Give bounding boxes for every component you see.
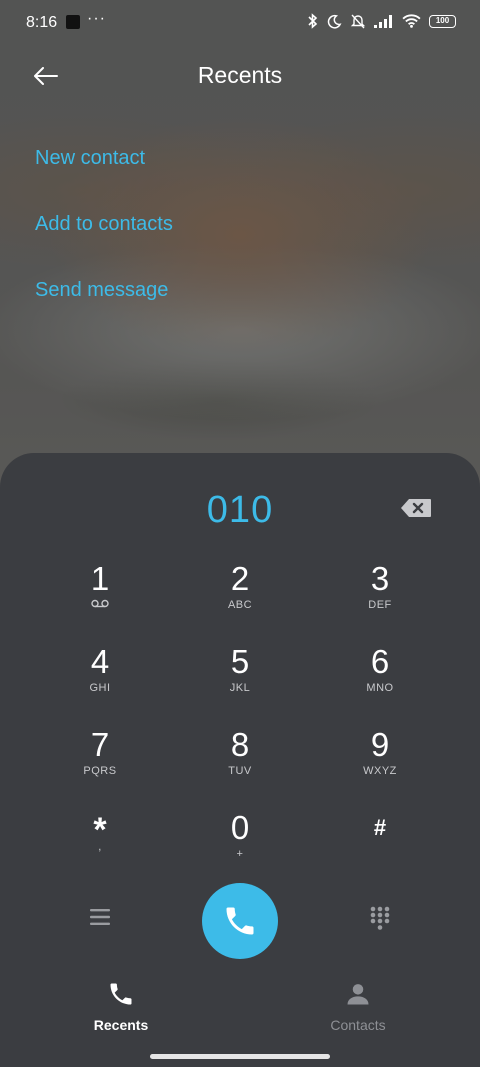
key-letters: WXYZ bbox=[363, 765, 397, 777]
key-digit: 9 bbox=[370, 726, 390, 763]
key-letters: MNO bbox=[366, 682, 394, 694]
key-letters: GHI bbox=[89, 682, 111, 694]
key-digit: 8 bbox=[230, 726, 250, 763]
wifi-icon bbox=[402, 14, 421, 28]
key-letters: TUV bbox=[228, 765, 252, 777]
dialpad-icon bbox=[370, 906, 390, 930]
key-digit: 5 bbox=[230, 643, 250, 680]
voicemail-icon bbox=[50, 599, 150, 611]
key-letters: PQRS bbox=[83, 765, 117, 777]
status-bar: 8:16 ··· 100 bbox=[0, 0, 480, 46]
send-message-link[interactable]: Send message bbox=[35, 279, 168, 302]
key-digit: 1 bbox=[90, 560, 110, 597]
key-0[interactable]: 0 + bbox=[190, 810, 290, 880]
dialer-panel: 010 1 2 ABC 3 DEF 4 GHI 5 JKL 6 MNO 7 PQ… bbox=[0, 453, 480, 1067]
key-letters: , bbox=[98, 841, 102, 853]
notification-icon bbox=[66, 15, 80, 29]
key-star[interactable]: * , bbox=[50, 813, 150, 883]
key-letters: JKL bbox=[229, 682, 251, 694]
key-1[interactable]: 1 bbox=[50, 561, 150, 631]
key-4[interactable]: 4 GHI bbox=[50, 644, 150, 714]
backspace-button[interactable] bbox=[399, 497, 433, 519]
key-hash[interactable]: # bbox=[330, 811, 430, 881]
tab-contacts[interactable]: Contacts bbox=[298, 980, 418, 1033]
key-digit: # bbox=[373, 815, 387, 840]
dialpad-toggle-button[interactable] bbox=[368, 905, 392, 931]
key-letters: + bbox=[236, 848, 244, 860]
phone-icon bbox=[226, 907, 254, 935]
key-5[interactable]: 5 JKL bbox=[190, 644, 290, 714]
key-digit: 0 bbox=[230, 809, 250, 846]
person-icon bbox=[347, 984, 369, 1005]
key-9[interactable]: 9 WXYZ bbox=[330, 727, 430, 797]
key-digit: 4 bbox=[90, 643, 110, 680]
moon-icon bbox=[327, 14, 342, 28]
key-digit: 3 bbox=[370, 560, 390, 597]
key-3[interactable]: 3 DEF bbox=[330, 561, 430, 631]
key-6[interactable]: 6 MNO bbox=[330, 644, 430, 714]
key-letters: DEF bbox=[368, 599, 392, 611]
status-icons: 100 bbox=[307, 13, 456, 29]
status-time: 8:16 bbox=[26, 14, 58, 31]
battery-icon: 100 bbox=[429, 14, 456, 28]
add-to-contacts-link[interactable]: Add to contacts bbox=[35, 213, 173, 236]
key-7[interactable]: 7 PQRS bbox=[50, 727, 150, 797]
menu-button[interactable] bbox=[88, 907, 112, 927]
tab-label: Contacts bbox=[330, 1017, 386, 1033]
signal-icon bbox=[374, 14, 392, 28]
phone-icon bbox=[110, 983, 132, 1005]
key-digit: 7 bbox=[90, 726, 110, 763]
page-title: Recents bbox=[197, 62, 283, 88]
backspace-icon bbox=[401, 499, 431, 517]
key-2[interactable]: 2 ABC bbox=[190, 561, 290, 631]
bluetooth-icon bbox=[308, 13, 318, 29]
key-digit: 2 bbox=[230, 560, 250, 597]
more-notifications-icon: ··· bbox=[87, 10, 106, 27]
call-button[interactable] bbox=[202, 883, 278, 959]
hamburger-menu-icon bbox=[90, 909, 110, 925]
bell-muted-icon bbox=[350, 14, 366, 29]
home-indicator[interactable] bbox=[150, 1054, 330, 1059]
key-letters: ABC bbox=[227, 599, 253, 611]
tab-label: Recents bbox=[93, 1017, 149, 1033]
key-digit: 6 bbox=[370, 643, 390, 680]
new-contact-link[interactable]: New contact bbox=[35, 147, 145, 170]
key-8[interactable]: 8 TUV bbox=[190, 727, 290, 797]
tab-recents[interactable]: Recents bbox=[61, 980, 181, 1033]
